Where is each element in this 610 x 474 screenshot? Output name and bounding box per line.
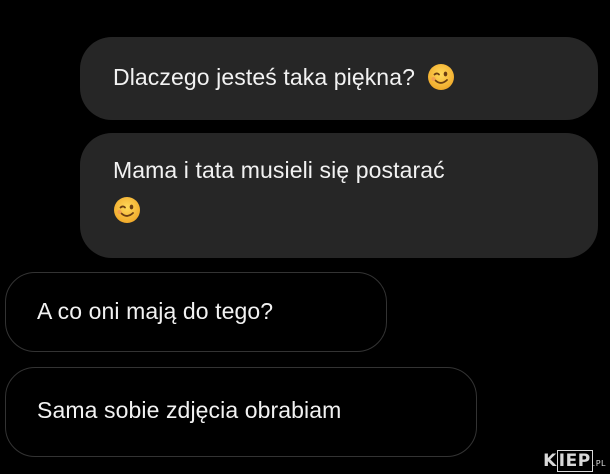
watermark-tld: .PL [592, 459, 606, 468]
wink-emoji-icon [113, 196, 141, 224]
emoji-line [113, 190, 598, 230]
watermark-boxed: IEP [556, 450, 593, 472]
message-bubble-received[interactable]: Sama sobie zdjęcia obrabiam [5, 367, 477, 457]
watermark-prefix: K [543, 451, 557, 471]
message-bubble-sent[interactable]: Mama i tata musieli się postarać [80, 133, 598, 258]
message-text: Dlaczego jesteś taka piękna? [113, 64, 415, 90]
site-watermark: K IEP .PL [543, 450, 606, 472]
message-text: A co oni mają do tego? [37, 298, 274, 324]
wink-emoji-icon [427, 63, 455, 91]
message-text: Mama i tata musieli się postarać [113, 157, 445, 183]
message-text: Sama sobie zdjęcia obrabiam [37, 397, 342, 423]
message-bubble-received[interactable]: A co oni mają do tego? [5, 272, 387, 352]
message-bubble-sent[interactable]: Dlaczego jesteś taka piękna? [80, 37, 598, 120]
